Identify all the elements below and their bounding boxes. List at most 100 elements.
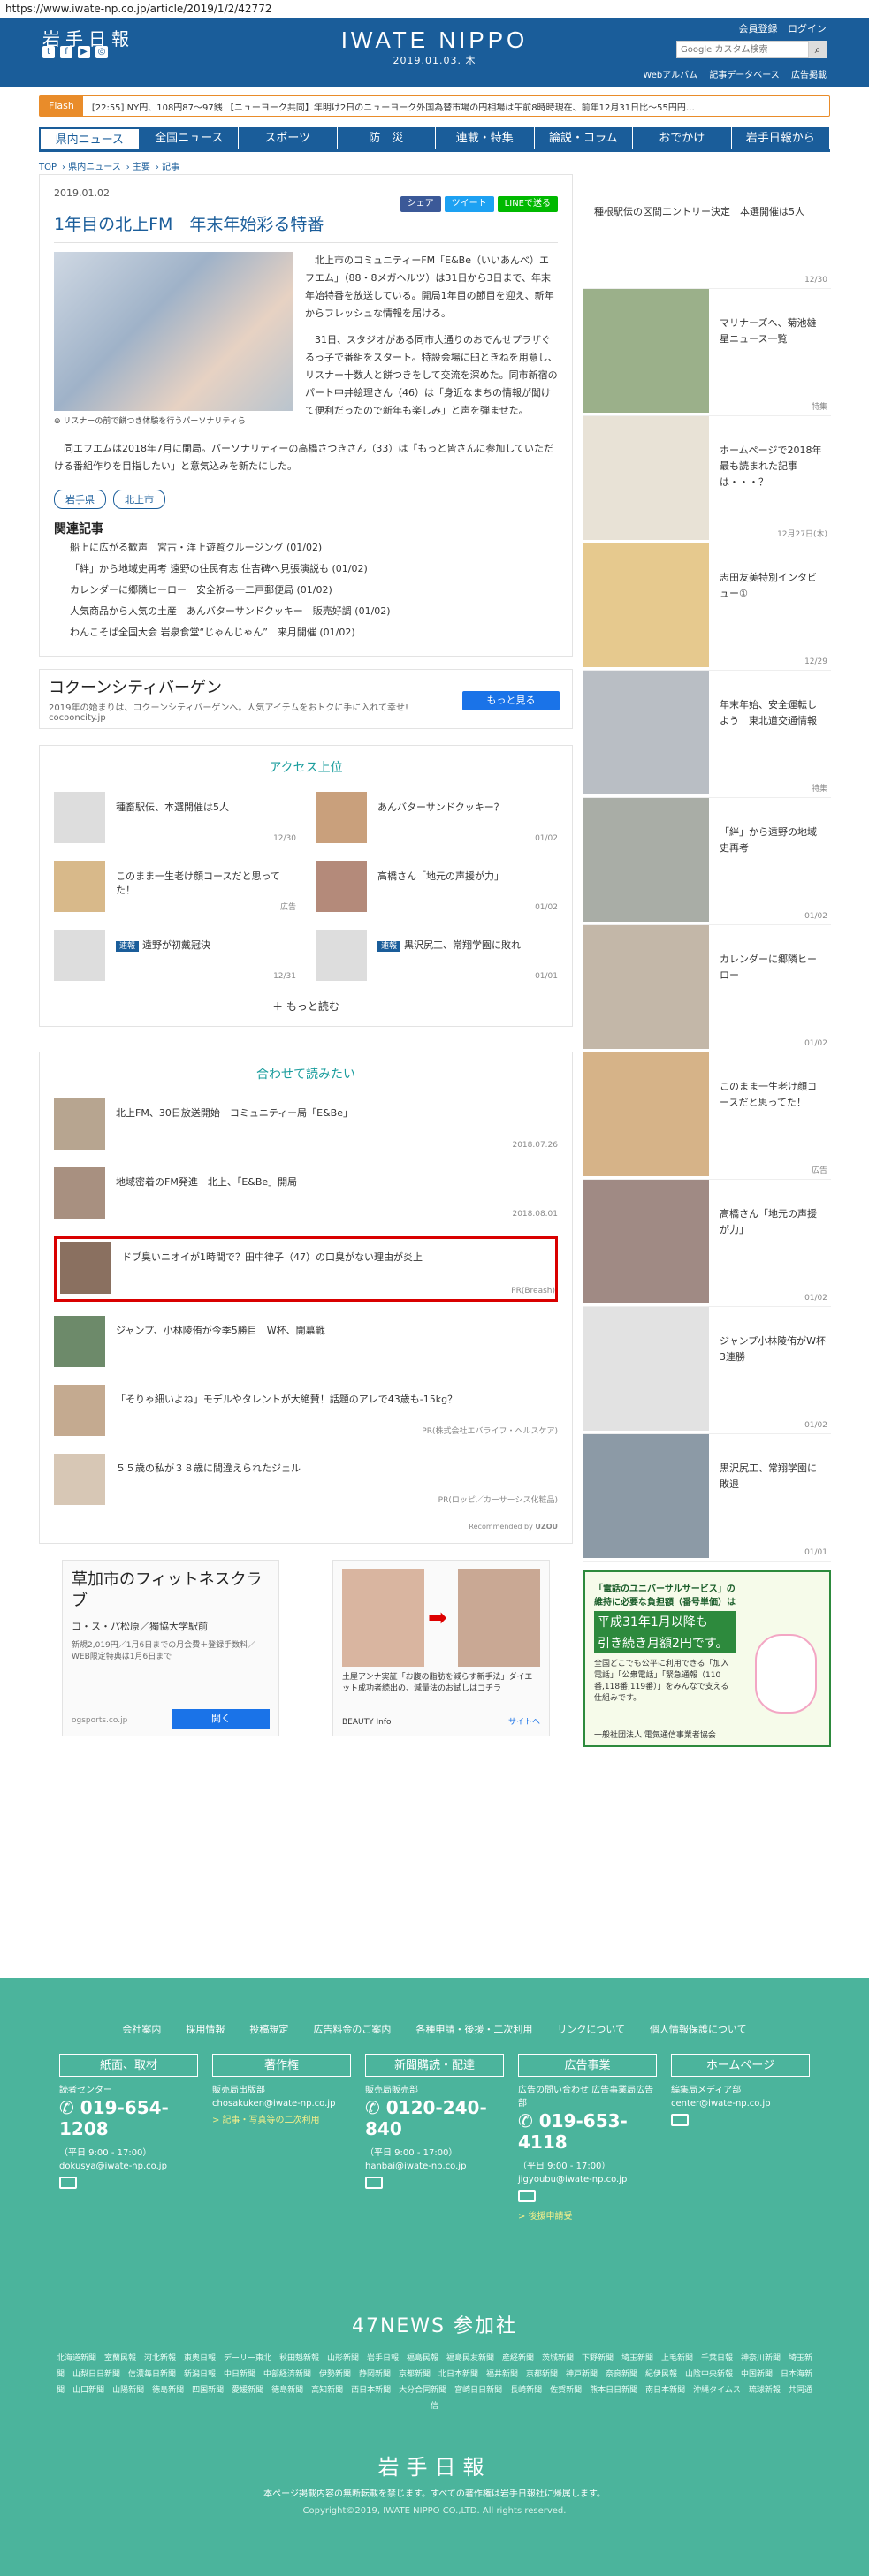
email-link[interactable]: center@iwate-np.co.jp <box>671 2099 810 2109</box>
sidebar-item[interactable]: 年末年始、安全運転しよう 東北道交通情報 特集 <box>583 671 831 798</box>
address-bar[interactable]: https://www.iwate-np.co.jp/article/2019/… <box>0 0 869 18</box>
contact-heading[interactable]: ホームページ <box>671 2054 810 2077</box>
sidebar-item[interactable]: 志田友美特別インタビュー① 12/29 <box>583 543 831 671</box>
diet-ad[interactable]: ➡ 土屋アンナ実証「お腹の脂肪を減らす新手法」ダイエット成功者続出の、減量法のお… <box>332 1560 550 1736</box>
register-link[interactable]: 会員登録 <box>739 23 778 34</box>
sidebar-item[interactable]: ジャンプ小林陵侑がW杯3連勝 01/02 <box>583 1307 831 1434</box>
sub-link-ads[interactable]: 広告掲載 <box>791 71 827 80</box>
footer-link[interactable]: 各種申請・後援・二次利用 <box>415 2022 532 2036</box>
tag-iwate[interactable]: 岩手県 <box>54 490 106 509</box>
related-link[interactable]: 船上に広がる歓声 宮古・洋上遊覧クルージング (01/02) <box>54 537 558 559</box>
mail-icon[interactable] <box>671 2114 689 2126</box>
tag-kitakami[interactable]: 北上市 <box>113 490 165 509</box>
sidebar-item[interactable]: 「絆」から遠野の地域史再考 01/02 <box>583 798 831 925</box>
display-ad[interactable]: コクーンシティバーゲン 2019年の始まりは、コクーンシティバーゲンへ。人気アイ… <box>39 669 573 729</box>
ranking-item[interactable]: 種畜駅伝、本選開催は5人 12/30 <box>54 792 296 843</box>
ranking-item[interactable]: あんバターサンドクッキー？ 01/02 <box>316 792 558 843</box>
login-link[interactable]: ログイン <box>788 23 827 34</box>
line-share-button[interactable]: LINEで送る <box>497 196 558 212</box>
recommend-item[interactable]: 北上FM、30日放送開始 コミュニティー局「E&Be」 2018.07.26 <box>54 1098 558 1153</box>
sidebar-item[interactable]: ホームページで2018年最も読まれた記事は・・・？ 12月27日(木) <box>583 416 831 543</box>
arrow-icon: ➡ <box>428 1605 447 1631</box>
nav-sports[interactable]: スポーツ <box>239 127 338 149</box>
footer-link[interactable]: 個人情報保護について <box>650 2022 747 2036</box>
telecom-ad[interactable]: 「電話のユニバーサルサービス」の 維持に必要な負担額（番号単価）は 平成31年1… <box>583 1570 831 1747</box>
nav-prefecture-news[interactable]: 県内ニュース <box>39 127 141 149</box>
sub-link-database[interactable]: 記事データベース <box>709 71 780 80</box>
sponsored-item[interactable]: ５５歳の私が３８歳に間違えられたジェル PR(ロッピ／カーサーシス化粧品) <box>54 1454 558 1508</box>
footer-link[interactable]: 広告料金のご案内 <box>313 2022 391 2036</box>
footer-link[interactable]: 採用情報 <box>186 2022 225 2036</box>
footer-link[interactable]: 投稿規定 <box>249 2022 288 2036</box>
flash-ticker[interactable]: Flash [22:55] NY円、108円87〜97銭 【ニューヨーク共同】年… <box>39 95 830 117</box>
related-link[interactable]: わんこそば全国大会 岩泉食堂“じゃんじゃん” 来月開催 (01/02) <box>54 622 558 643</box>
member-list[interactable]: 北海道新聞 室蘭民報 河北新報 東奥日報 デーリー東北 秋田魁新報 山形新聞 岩… <box>55 2351 815 2414</box>
crumb-main[interactable]: 主要 <box>133 163 150 172</box>
ranking-item[interactable]: 高橋さん「地元の声援が力」 01/02 <box>316 861 558 912</box>
search-input[interactable] <box>676 41 809 58</box>
more-button[interactable]: ＋ もっと読む <box>54 999 558 1014</box>
sub-link-album[interactable]: Webアルバム <box>643 71 697 80</box>
related-link[interactable]: 人気商品から人気の土産 あんバターサンドクッキー 販売好調 (01/02) <box>54 601 558 622</box>
nav-national-news[interactable]: 全国ニュース <box>140 127 239 149</box>
related-link[interactable]: カレンダーに郷隣ヒーロー 安全祈る一二戸郵便局 (01/02) <box>54 580 558 601</box>
flash-text[interactable]: [22:55] NY円、108円87〜97銭 【ニューヨーク共同】年明け2日のニ… <box>83 100 695 113</box>
footer-logo[interactable]: 岩手日報 <box>0 2450 869 2481</box>
mail-icon[interactable] <box>365 2177 383 2189</box>
contact-column: 著作権 販売局出版部 chosakuken@iwate-np.co.jp > 記… <box>212 2054 351 2222</box>
recommend-item[interactable]: 地域密着のFM発進 北上、「E&Be」開局 2018.08.01 <box>54 1167 558 1222</box>
tweet-button[interactable]: ツイート <box>444 196 494 212</box>
sidebar-item[interactable]: マリナーズへ、菊池雄星ニュース一覧 特集 <box>583 289 831 416</box>
footer-link[interactable]: リンクについて <box>557 2022 625 2036</box>
email-link[interactable]: dokusya@iwate-np.co.jp <box>59 2162 198 2171</box>
ad-subtitle: コ・ス・パ松原／獨協大学駅前 <box>72 1621 208 1632</box>
sidebar-item[interactable]: このまま一生老け顔コースだと思ってた！ 広告 <box>583 1052 831 1180</box>
sponsorship-link[interactable]: > 後援申請受 <box>518 2208 657 2222</box>
ranking-item[interactable]: 速報 黒沢尻工、常翔学園に敗れ 01/01 <box>316 930 558 981</box>
contact-heading[interactable]: 新聞購読・配達 <box>365 2054 504 2077</box>
email-link[interactable]: jigyoubu@iwate-np.co.jp <box>518 2175 657 2185</box>
crumb-prefecture[interactable]: 県内ニュース <box>68 163 121 172</box>
sidebar-item[interactable]: 高橋さん「地元の声援が力」 01/02 <box>583 1180 831 1307</box>
sponsored-item[interactable]: 「そりゃ細いよね」モデルやタレントが大絶賛！話題のアレで43歳も-15kg？ PR… <box>54 1385 558 1440</box>
ad-more-button[interactable]: もっと見る <box>462 691 560 710</box>
email-link[interactable]: chosakuken@iwate-np.co.jp <box>212 2099 351 2109</box>
sidebar-item[interactable]: 黒沢尻工、常翔学園に敗退 01/01 <box>583 1434 831 1562</box>
facebook-share-button[interactable]: シェア <box>400 196 441 212</box>
search-button[interactable]: ⌕ <box>809 41 827 58</box>
related-link[interactable]: 「絆」から地域史再考 遠野の住民有志 住吉碑へ見張演説も (01/02) <box>54 559 558 580</box>
crumb-top[interactable]: TOP <box>39 163 57 172</box>
thumbnail <box>583 416 709 540</box>
fitness-ad[interactable]: 草加市のフィットネスクラブ コ・ス・パ松原／獨協大学駅前 新規2,019円／1月… <box>62 1560 279 1736</box>
contact-column: 新聞購読・配達 販売局販売部 ✆ 0120-240-840 （平日 9:00 -… <box>365 2054 504 2222</box>
search-box: ⌕ <box>676 41 827 58</box>
mochi-photo[interactable] <box>54 252 293 411</box>
contact-heading[interactable]: 著作権 <box>212 2054 351 2077</box>
sponsored-item[interactable]: ドブ臭いニオイが1時間で？田中律子（47）の口臭がない理由が炎上 PR(Breas… <box>54 1236 558 1302</box>
nav-disaster[interactable]: 防 災 <box>337 127 436 149</box>
global-nav: 県内ニュース 全国ニュース スポーツ 防 災 連載・特集 論説・コラム おでかけ… <box>39 127 830 152</box>
email-link[interactable]: hanbai@iwate-np.co.jp <box>365 2162 504 2171</box>
secondary-use-link[interactable]: > 記事・写真等の二次利用 <box>212 2112 351 2125</box>
sidebar: 種根駅伝の区間エントリー決定 本選開催は5人 12/30 マリナーズへ、菊池雄星ニ… <box>583 174 831 1747</box>
contact-heading[interactable]: 紙面、取材 <box>59 2054 198 2077</box>
ranking-item[interactable]: 速報 遠野が初戴冠決 12/31 <box>54 930 296 981</box>
contact-column: 広告事業 広告の問い合わせ 広告事業局広告部 ✆ 019-653-4118 （平… <box>518 2054 657 2222</box>
thumbnail <box>60 1242 111 1294</box>
nav-from-iwate[interactable]: 岩手日報から <box>731 127 830 149</box>
mail-icon[interactable] <box>518 2190 536 2202</box>
nav-features[interactable]: 連載・特集 <box>436 127 535 149</box>
contact-heading[interactable]: 広告事業 <box>518 2054 657 2077</box>
sidebar-item[interactable]: カレンダーに郷隣ヒーロー 01/02 <box>583 925 831 1052</box>
sidebar-item[interactable]: 種根駅伝の区間エントリー決定 本選開催は5人 12/30 <box>583 174 831 289</box>
nav-outing[interactable]: おでかけ <box>633 127 732 149</box>
nav-editorial[interactable]: 論説・コラム <box>534 127 633 149</box>
ad-site-button[interactable]: サイトへ <box>508 1715 540 1727</box>
mail-icon[interactable] <box>59 2177 77 2189</box>
ad-title: 草加市のフィットネスクラブ <box>72 1570 263 1610</box>
thumbnail <box>583 798 709 922</box>
recommend-item[interactable]: ジャンプ、小林陵侑が今季5勝目 W杯、開幕戦 <box>54 1316 558 1371</box>
ad-open-button[interactable]: 開く <box>172 1709 270 1729</box>
footer-link[interactable]: 会社案内 <box>122 2022 161 2036</box>
ranking-item[interactable]: このまま一生老け顔コースだと思ってた！ 広告 <box>54 861 296 912</box>
